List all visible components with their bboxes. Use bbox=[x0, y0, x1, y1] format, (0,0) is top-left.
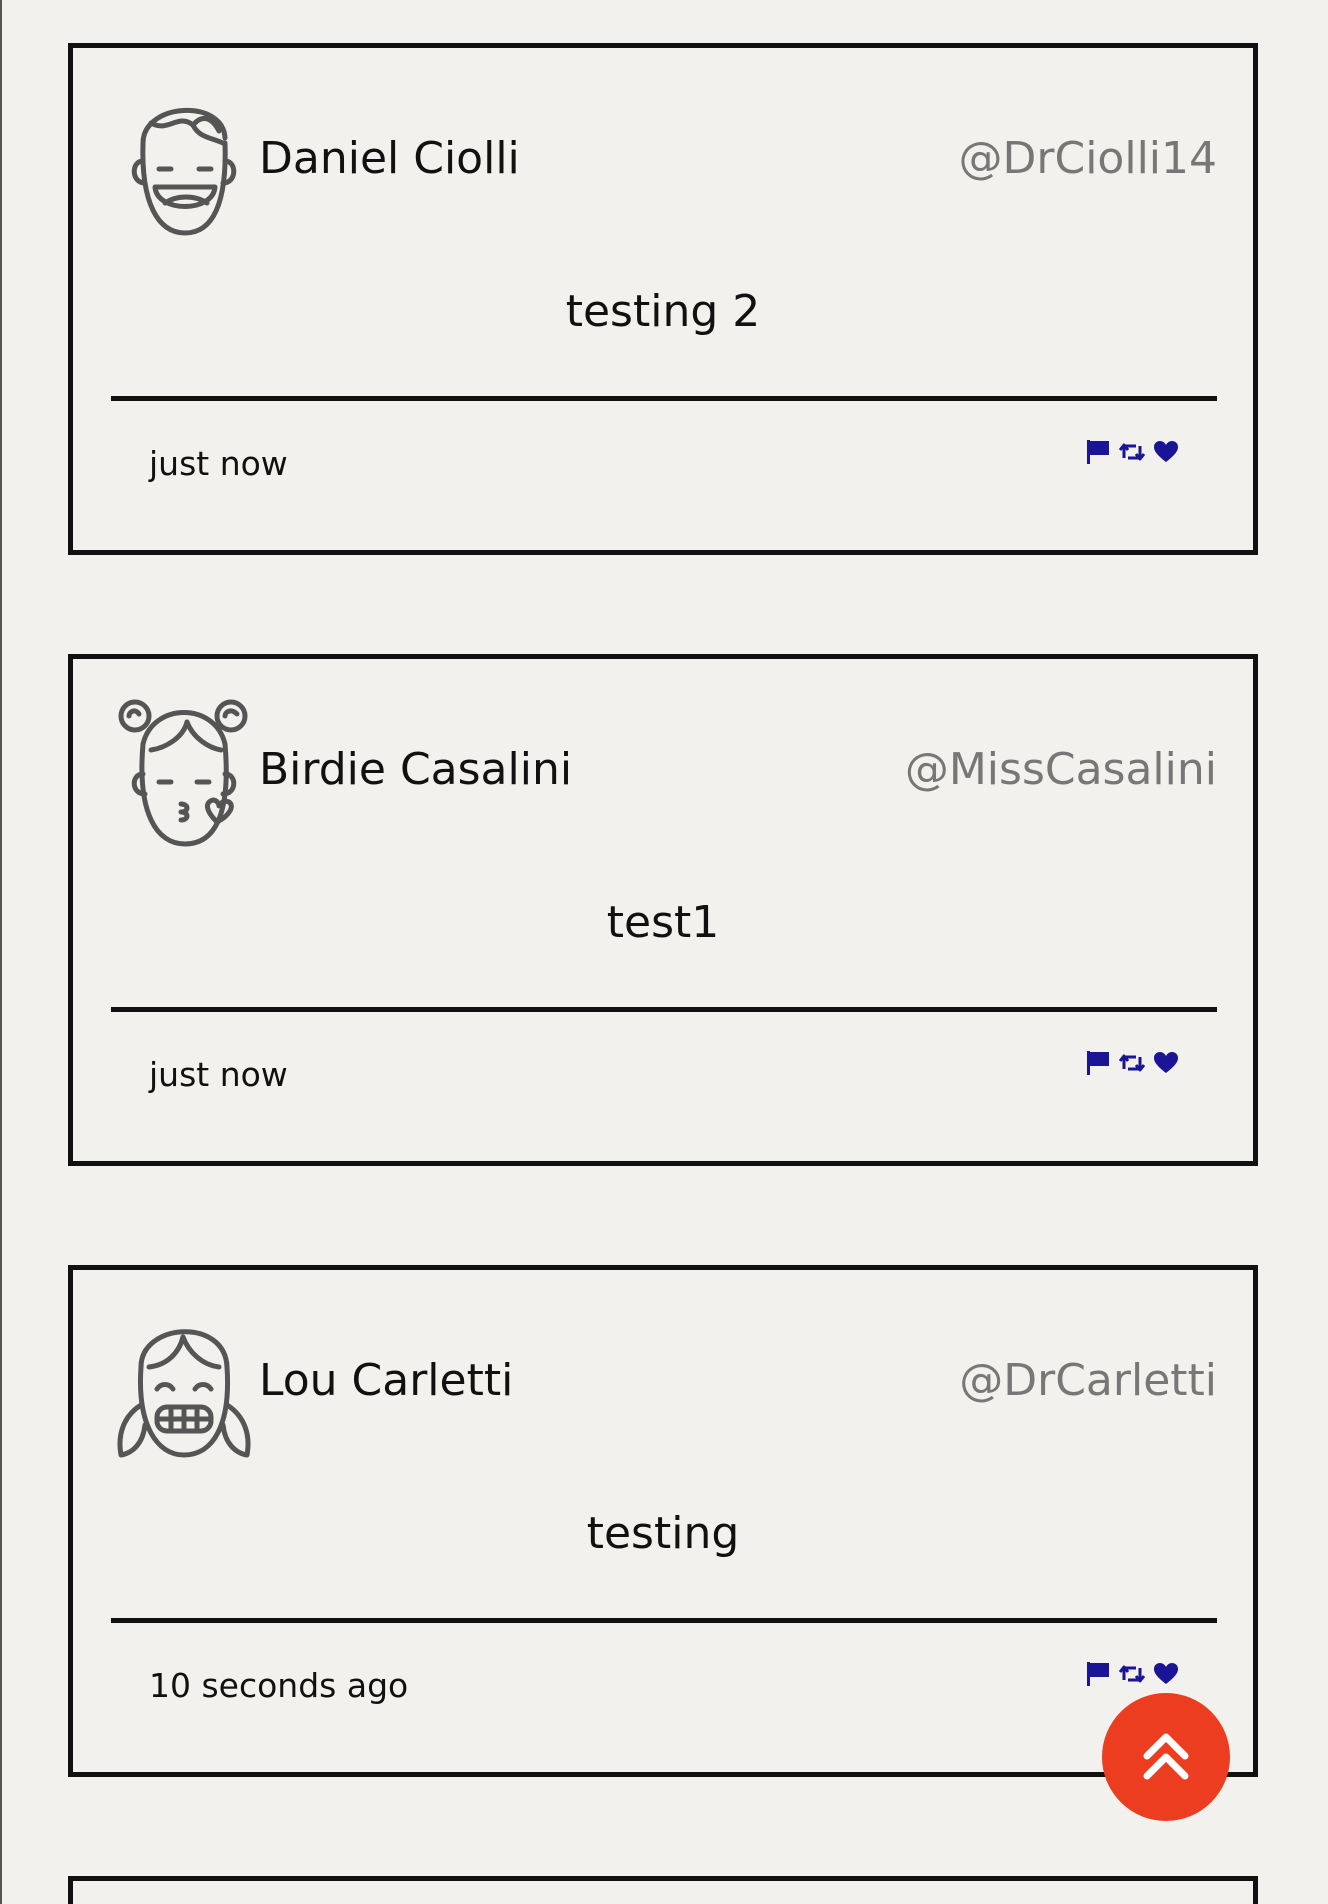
tweet-header: Birdie Casalini @MissCasalini bbox=[113, 694, 1217, 849]
user-name[interactable]: Birdie Casalini bbox=[259, 744, 572, 795]
flag-icon[interactable] bbox=[1085, 1049, 1111, 1077]
tweet-actions bbox=[1085, 1049, 1179, 1077]
tweet-header: Lou Carletti @DrCarletti bbox=[113, 1305, 1217, 1460]
divider bbox=[111, 396, 1217, 401]
flag-icon[interactable] bbox=[1085, 1660, 1111, 1688]
tweet-actions bbox=[1085, 1660, 1179, 1688]
grinning-girl-avatar-icon[interactable] bbox=[113, 1305, 253, 1460]
tweet-header: Daniel Ciolli @DrCiolli14 bbox=[113, 83, 1217, 238]
user-name[interactable]: Daniel Ciolli bbox=[259, 133, 520, 184]
heart-icon[interactable] bbox=[1153, 1660, 1179, 1688]
user-name[interactable]: Lou Carletti bbox=[259, 1355, 513, 1406]
flag-icon[interactable] bbox=[1085, 438, 1111, 466]
tweet-text: test1 bbox=[606, 897, 720, 948]
tweet-text: testing 2 bbox=[565, 286, 761, 337]
tweet-card: Lou Carletti @DrCarletti testing 10 seco… bbox=[68, 1265, 1258, 1777]
user-handle[interactable]: @DrCarletti bbox=[959, 1355, 1217, 1406]
tweet-actions bbox=[1085, 438, 1179, 466]
heart-icon[interactable] bbox=[1153, 438, 1179, 466]
tweet-text: testing bbox=[586, 1508, 740, 1559]
kissing-girl-avatar-icon[interactable] bbox=[113, 694, 253, 849]
heart-icon[interactable] bbox=[1153, 1049, 1179, 1077]
laughing-boy-avatar-icon[interactable] bbox=[113, 83, 253, 238]
tweet-card: Daniel Ciolli @DrCiolli14 testing 2 just… bbox=[68, 43, 1258, 555]
double-chevron-up-icon bbox=[1143, 1733, 1189, 1780]
left-border bbox=[0, 0, 2, 1904]
divider bbox=[111, 1007, 1217, 1012]
tweet-timestamp: just now bbox=[149, 444, 288, 483]
tweet-card: Birdie Casalini @MissCasalini test1 just… bbox=[68, 654, 1258, 1166]
retweet-icon[interactable] bbox=[1118, 1049, 1146, 1077]
user-handle[interactable]: @DrCiolli14 bbox=[959, 133, 1218, 184]
divider bbox=[111, 1618, 1217, 1623]
tweet-timestamp: 10 seconds ago bbox=[149, 1666, 409, 1705]
tweet-timestamp: just now bbox=[149, 1055, 288, 1094]
user-handle[interactable]: @MissCasalini bbox=[905, 744, 1217, 795]
tweet-card bbox=[68, 1876, 1258, 1904]
retweet-icon[interactable] bbox=[1118, 1660, 1146, 1688]
retweet-icon[interactable] bbox=[1118, 438, 1146, 466]
scroll-to-top-button[interactable] bbox=[1102, 1693, 1230, 1821]
